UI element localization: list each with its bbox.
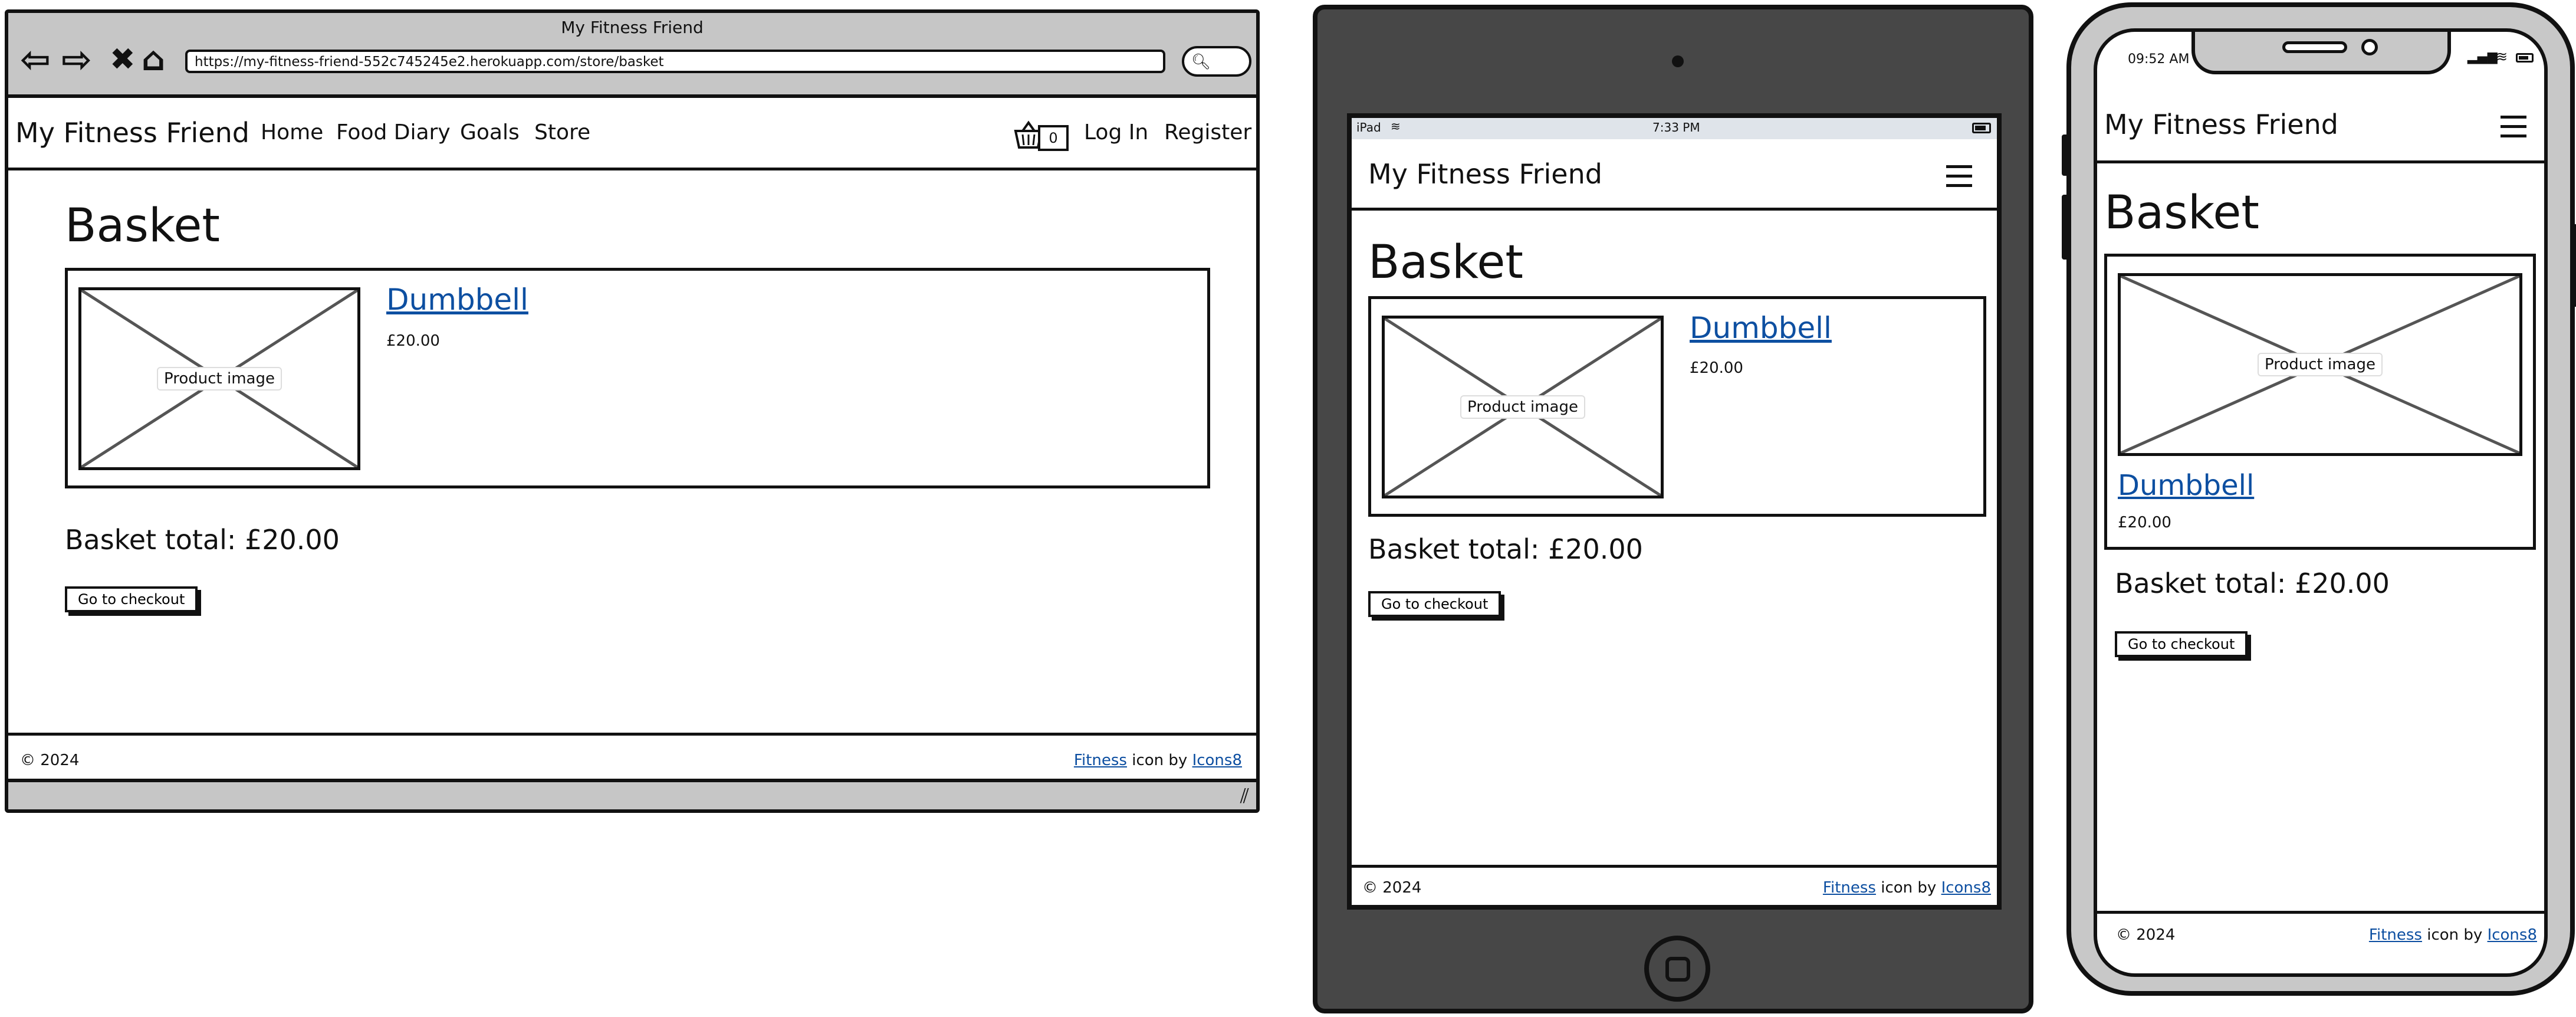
footer-divider	[2097, 911, 2544, 914]
battery-icon	[2516, 53, 2534, 63]
close-icon[interactable]: ✖	[110, 41, 136, 78]
footer-credit-text: icon by	[1875, 879, 1941, 897]
page-title: Basket	[1368, 236, 1523, 289]
site-brand[interactable]: My Fitness Friend	[2104, 109, 2338, 140]
basket-total: Basket total: £20.00	[1368, 533, 1643, 565]
forward-arrow-icon[interactable]: ⇨	[61, 41, 92, 78]
basket-total: Basket total: £20.00	[65, 524, 340, 556]
product-price: £20.00	[2118, 514, 2171, 532]
tablet-home-button[interactable]	[1644, 936, 1710, 1002]
back-arrow-icon[interactable]: ⇦	[20, 41, 51, 78]
status-time: 09:52 AM	[2128, 52, 2190, 67]
product-price: £20.00	[1690, 359, 1743, 377]
phone-notch	[2191, 32, 2451, 74]
search-icon: 🔍︎	[1191, 53, 1211, 71]
footer-divider	[8, 733, 1256, 736]
footer-credit-text: icon by	[2421, 926, 2488, 944]
basket-item-card: Product image Dumbbell £20.00	[1368, 296, 1986, 517]
fitness-link[interactable]: Fitness	[1074, 752, 1127, 769]
hamburger-menu-icon[interactable]	[1946, 165, 1972, 188]
browser-status-bar: ⫽	[8, 779, 1256, 809]
signal-icon: ▂▄▆	[2467, 50, 2498, 64]
camera-icon	[1672, 55, 1684, 67]
resize-grip-icon[interactable]: ⫽	[1240, 785, 1249, 808]
footer-credits: Fitness icon by Icons8	[1823, 879, 1991, 897]
nav-food-diary[interactable]: Food Diary	[336, 120, 451, 145]
nav-log-in[interactable]: Log In	[1084, 120, 1148, 145]
page-title: Basket	[2104, 186, 2259, 240]
speaker-icon	[2282, 41, 2347, 53]
tablet-device: iPad ≋ 7:33 PM My Fitness Friend Basket …	[1313, 5, 2033, 1013]
header-divider	[2097, 160, 2544, 163]
site-brand[interactable]: My Fitness Friend	[1368, 158, 1602, 190]
product-name-link[interactable]: Dumbbell	[386, 283, 528, 317]
basket-item-card: Product image Dumbbell £20.00	[2104, 254, 2536, 550]
phone-screen: 09:52 AM ▂▄▆ ≋ My Fitness Friend Basket …	[2094, 28, 2548, 977]
browser-search-field[interactable]: 🔍︎	[1182, 46, 1251, 77]
go-to-checkout-button[interactable]: Go to checkout	[65, 586, 198, 612]
site-brand[interactable]: My Fitness Friend	[15, 117, 249, 149]
page-title: Basket	[65, 199, 220, 252]
basket-item-card: Product image Dumbbell £20.00	[65, 268, 1210, 488]
address-bar[interactable]: https://my-fitness-friend-552c745245e2.h…	[185, 50, 1165, 73]
footer-credits: Fitness icon by Icons8	[2369, 926, 2537, 944]
home-button-icon	[1665, 957, 1690, 982]
product-image-placeholder: Product image	[1382, 316, 1664, 498]
image-placeholder-label: Product image	[1460, 395, 1585, 419]
footer-copyright: © 2024	[2116, 926, 2176, 944]
product-price: £20.00	[386, 332, 440, 350]
image-placeholder-label: Product image	[2258, 353, 2383, 376]
go-to-checkout-button[interactable]: Go to checkout	[2115, 631, 2248, 657]
footer-credit-text: icon by	[1126, 752, 1192, 769]
wifi-icon: ≋	[1391, 119, 1401, 133]
nav-register[interactable]: Register	[1164, 120, 1251, 145]
browser-toolbar: My Fitness Friend ⇦ ⇨ ✖ ⌂ https://my-fit…	[8, 13, 1256, 98]
footer-credits: Fitness icon by Icons8	[1074, 752, 1242, 769]
device-label: iPad	[1356, 120, 1381, 134]
camera-icon	[2361, 39, 2378, 55]
tablet-screen: iPad ≋ 7:33 PM My Fitness Friend Basket …	[1347, 113, 2002, 910]
header-divider	[8, 168, 1256, 170]
footer-copyright: © 2024	[20, 752, 80, 769]
icons8-link[interactable]: Icons8	[2488, 926, 2537, 944]
product-name-link[interactable]: Dumbbell	[2118, 469, 2254, 502]
status-time: 7:33 PM	[1652, 120, 1700, 134]
fitness-link[interactable]: Fitness	[2369, 926, 2422, 944]
header-divider	[1352, 208, 1997, 211]
fitness-link[interactable]: Fitness	[1823, 879, 1876, 897]
battery-icon	[1972, 123, 1991, 133]
tablet-status-bar: iPad ≋ 7:33 PM	[1352, 118, 1997, 139]
icons8-link[interactable]: Icons8	[1192, 752, 1242, 769]
wifi-icon: ≋	[2496, 48, 2508, 65]
footer-copyright: © 2024	[1362, 879, 1422, 897]
product-image-placeholder: Product image	[78, 287, 360, 470]
basket-total: Basket total: £20.00	[2115, 567, 2390, 599]
nav-goals[interactable]: Goals	[460, 120, 520, 145]
nav-home[interactable]: Home	[261, 120, 323, 145]
icons8-link[interactable]: Icons8	[1941, 879, 1991, 897]
product-image-placeholder: Product image	[2118, 273, 2522, 456]
go-to-checkout-button[interactable]: Go to checkout	[1368, 591, 1501, 617]
nav-store[interactable]: Store	[534, 120, 590, 145]
image-placeholder-label: Product image	[157, 367, 282, 391]
phone-device: 09:52 AM ▂▄▆ ≋ My Fitness Friend Basket …	[2066, 2, 2575, 996]
cart-count-badge: 0	[1038, 125, 1069, 151]
hamburger-menu-icon[interactable]	[2501, 116, 2526, 138]
home-icon[interactable]: ⌂	[142, 41, 165, 78]
window-title: My Fitness Friend	[561, 18, 704, 37]
desktop-browser-window: My Fitness Friend ⇦ ⇨ ✖ ⌂ https://my-fit…	[5, 9, 1260, 813]
footer-divider	[1352, 865, 1997, 868]
product-name-link[interactable]: Dumbbell	[1690, 311, 1832, 345]
